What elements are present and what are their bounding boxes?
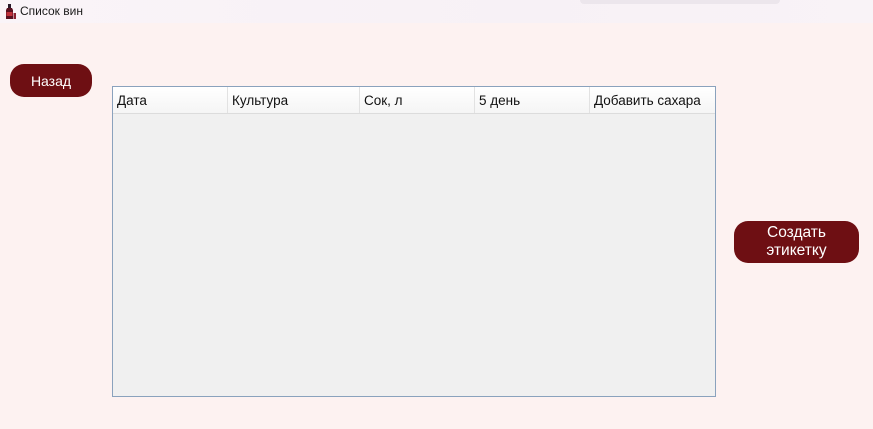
wine-bottle-icon [6,4,16,19]
create-label-button[interactable]: Создать этикетку [734,221,859,263]
column-header-date[interactable]: Дата [113,87,228,113]
column-header-add-sugar[interactable]: Добавить сахара [590,87,715,113]
column-header-culture[interactable]: Культура [228,87,360,113]
table-body[interactable] [113,114,715,396]
column-header-juice[interactable]: Сок, л [360,87,475,113]
window-title: Список вин [20,4,83,18]
title-bar: Список вин [0,0,873,23]
table-header: Дата Культура Сок, л 5 день Добавить сах… [113,87,715,114]
wine-list-table[interactable]: Дата Культура Сок, л 5 день Добавить сах… [112,86,716,397]
back-button[interactable]: Назад [10,64,92,97]
title-bar-highlight [580,0,780,4]
column-header-day5[interactable]: 5 день [475,87,590,113]
